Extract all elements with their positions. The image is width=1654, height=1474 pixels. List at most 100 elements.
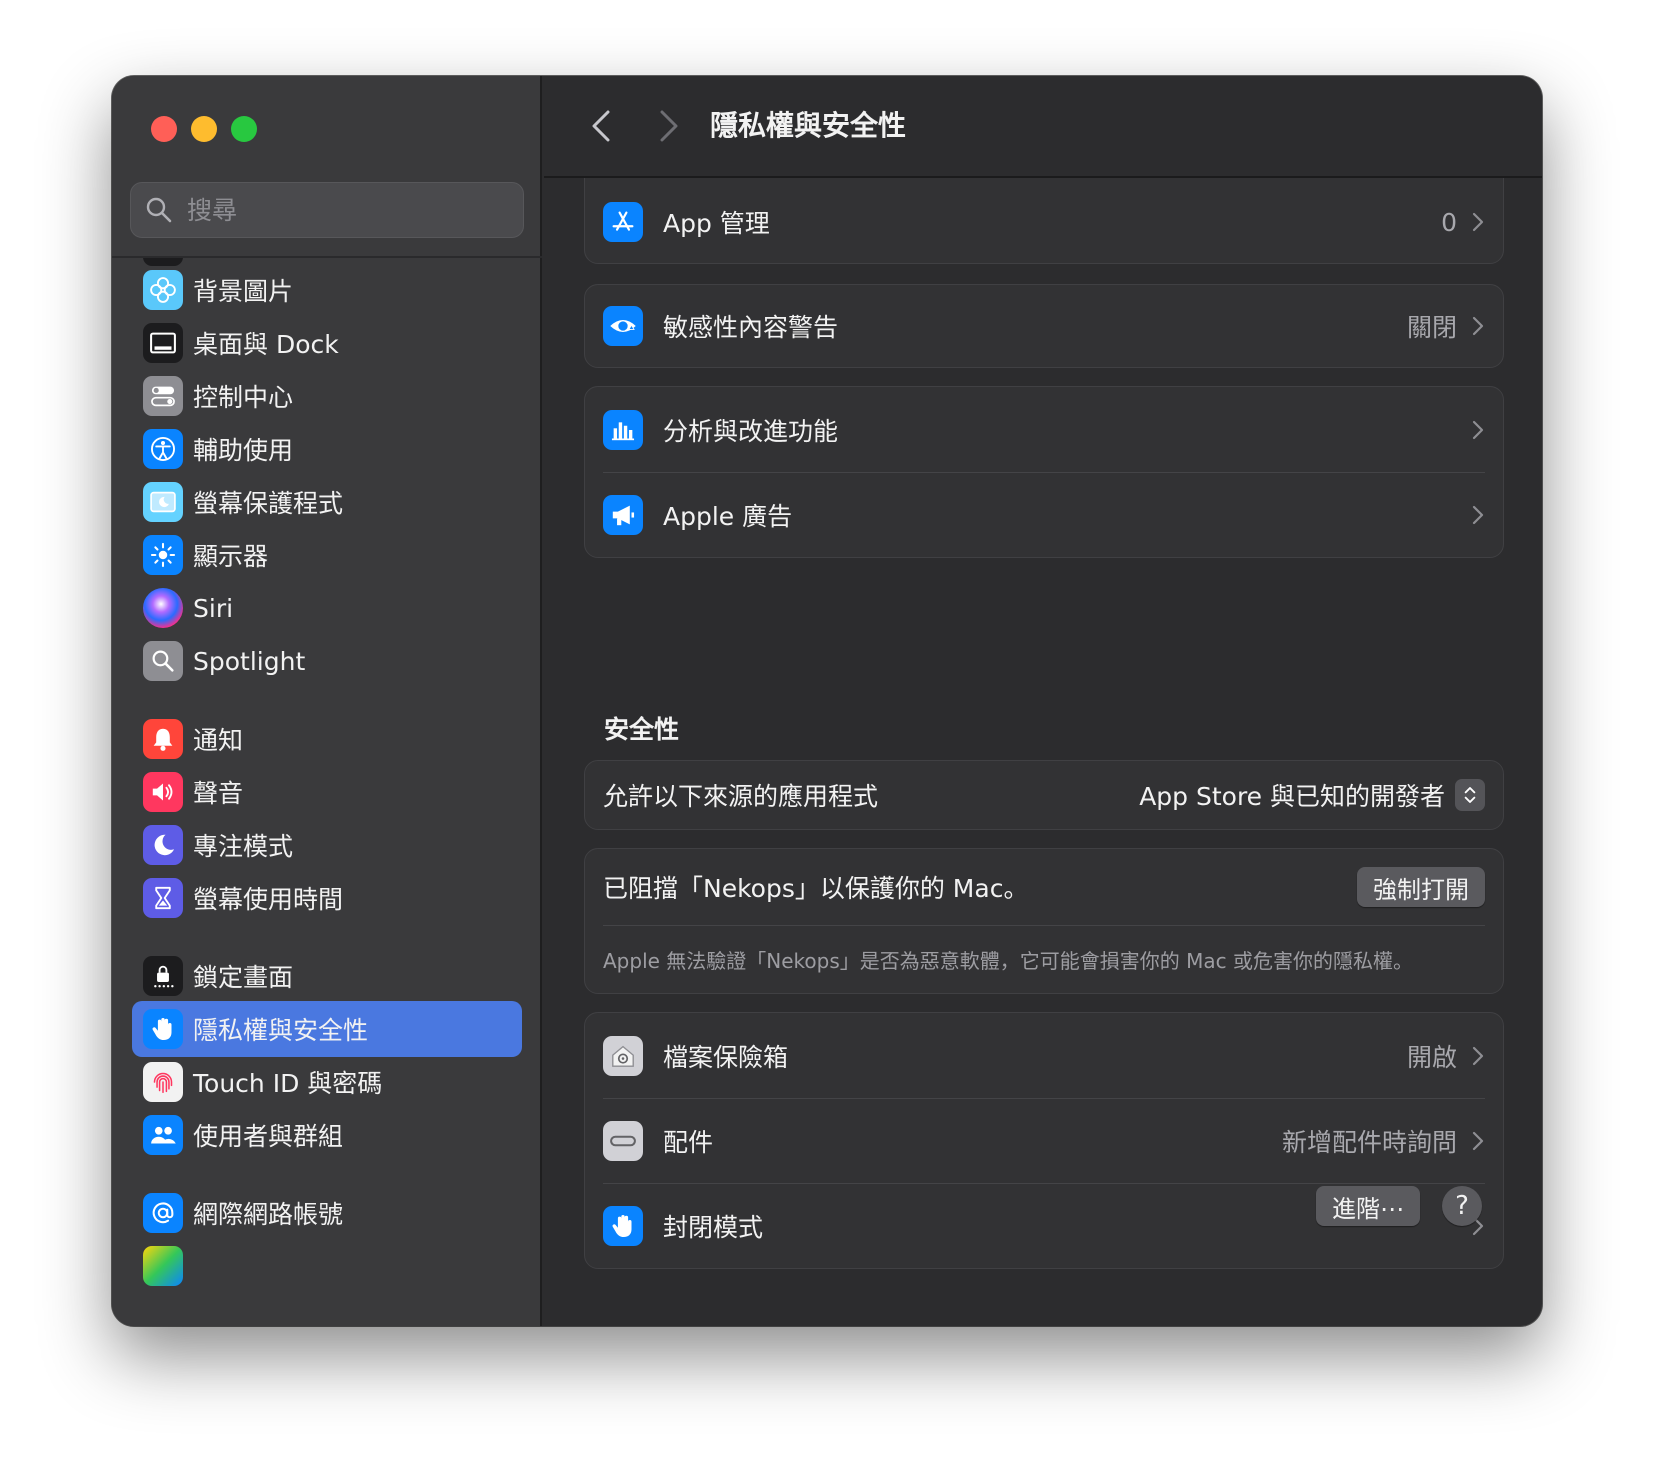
accessibility-icon [143, 429, 183, 469]
megaphone-icon [603, 494, 643, 535]
row-value: 關閉 [1406, 313, 1457, 342]
sidebar-item-displays[interactable]: 顯示器 [132, 527, 522, 583]
chevron-right-icon [1472, 505, 1484, 524]
sidebar-item-lock-screen[interactable]: 鎖定畫面 [132, 948, 522, 1004]
allow-apps-row: 允許以下來源的應用程式 App Store 與已知的開發者 [585, 761, 1503, 829]
open-anyway-button[interactable]: 強制打開 [1357, 867, 1485, 907]
sidebar-item-label: 通知 [193, 726, 244, 755]
sensitive-content-group: 敏感性內容警告 關閉 [584, 284, 1504, 368]
row-label: 配件 [663, 1127, 714, 1157]
sidebar-item-screen-time[interactable]: 螢幕使用時間 [132, 870, 522, 926]
window-controls [151, 116, 257, 142]
sidebar-item-label: 控制中心 [193, 383, 294, 412]
apple-ads-row[interactable]: Apple 廣告 [585, 472, 1503, 557]
lockdown-hand-icon [603, 1205, 643, 1246]
siri-icon [143, 588, 183, 628]
security-section-title: 安全性 [604, 715, 680, 744]
row-label: 檔案保險箱 [663, 1042, 789, 1072]
sidebar-item-label: 網際網路帳號 [193, 1200, 344, 1229]
sidebar-item-partial-bottom[interactable] [132, 1238, 522, 1294]
accessories-row[interactable]: 配件 新增配件時詢問 [585, 1098, 1503, 1183]
sensitive-content-row[interactable]: 敏感性內容警告 關閉 [585, 285, 1503, 367]
search-icon [146, 197, 172, 223]
search-field[interactable] [130, 182, 524, 238]
sidebar-item-label: 背景圖片 [193, 277, 294, 306]
users-icon [143, 1115, 183, 1155]
focus-icon [143, 825, 183, 865]
sidebar-item-screensaver[interactable]: 螢幕保護程式 [132, 474, 522, 530]
wallpaper-icon [143, 270, 183, 310]
analytics-icon [603, 409, 643, 450]
at-icon [143, 1193, 183, 1233]
sidebar-item-users-groups[interactable]: 使用者與群組 [132, 1107, 522, 1163]
sidebar-item-label: 顯示器 [193, 542, 269, 571]
close-button[interactable] [151, 116, 177, 142]
filevault-icon [603, 1035, 643, 1076]
sidebar-item-siri[interactable]: Siri [132, 580, 522, 636]
back-chevron-icon[interactable] [586, 106, 616, 146]
row-value: 開啟 [1406, 1042, 1457, 1072]
analytics-ads-group: 分析與改進功能 Apple 廣告 [584, 386, 1504, 558]
screensaver-icon [143, 482, 183, 522]
row-label: Apple 廣告 [663, 501, 793, 531]
allow-apps-group: 允許以下來源的應用程式 App Store 與已知的開發者 [584, 760, 1504, 830]
popup-value: App Store 與已知的開發者 [1139, 782, 1445, 811]
security-options-group: 檔案保險箱 開啟 配件 新增配件時詢問 封閉模式 [584, 1012, 1504, 1269]
row-value: 新增配件時詢問 [1281, 1127, 1457, 1157]
sidebar-item-label: 螢幕保護程式 [193, 489, 344, 518]
main-content: App 管理 0 敏感性內容警告 關閉 分析與改進功能 Apple 廣告 安全性… [544, 178, 1542, 1326]
sidebar-item-label: Spotlight [193, 646, 306, 676]
forward-chevron-icon[interactable] [654, 106, 684, 146]
blocked-app-row: 已阻擋「Nekops」以保護你的 Mac。 強制打開 [585, 849, 1503, 925]
lock-screen-icon [143, 956, 183, 996]
sidebar: 背景圖片 桌面與 Dock 控制中心 輔助使用 [112, 76, 542, 1326]
chevron-right-icon [1472, 420, 1484, 439]
advanced-button[interactable]: 進階⋯ [1316, 1186, 1420, 1226]
screen-time-icon [143, 878, 183, 918]
help-button[interactable]: ? [1442, 1186, 1482, 1226]
minimize-button[interactable] [191, 116, 217, 142]
sidebar-item-touch-id[interactable]: Touch ID 與密碼 [132, 1054, 522, 1110]
page-title: 隱私權與安全性 [710, 109, 907, 142]
sound-icon [143, 772, 183, 812]
sidebar-item-spotlight[interactable]: Spotlight [132, 633, 522, 689]
hand-icon [143, 1009, 183, 1049]
sidebar-item-internet-accounts[interactable]: 網際網路帳號 [132, 1185, 522, 1241]
sidebar-item-label: 輔助使用 [193, 436, 294, 465]
search-input[interactable] [187, 195, 507, 225]
sidebar-item-label: 桌面與 Dock [193, 330, 339, 359]
dock-icon [143, 323, 183, 363]
row-label: 敏感性內容警告 [663, 313, 839, 342]
toolbar: 隱私權與安全性 [544, 76, 1542, 178]
sidebar-item-notifications[interactable]: 通知 [132, 711, 522, 767]
sidebar-item-sound[interactable]: 聲音 [132, 764, 522, 820]
control-center-icon [143, 376, 183, 416]
blocked-app-group: 已阻擋「Nekops」以保護你的 Mac。 強制打開 Apple 無法驗證「Ne… [584, 848, 1504, 994]
row-value: 0 [1441, 207, 1457, 237]
chevron-right-icon [1472, 1046, 1484, 1065]
zoom-button[interactable] [231, 116, 257, 142]
sidebar-item-label: 螢幕使用時間 [193, 885, 344, 914]
warning-note: Apple 無法驗證「Nekops」是否為惡意軟體，它可能會損害你的 Mac 或… [603, 948, 1413, 973]
row-label: 允許以下來源的應用程式 [603, 782, 879, 811]
game-center-icon [143, 1246, 183, 1286]
filevault-row[interactable]: 檔案保險箱 開啟 [585, 1013, 1503, 1098]
sidebar-list: 背景圖片 桌面與 Dock 控制中心 輔助使用 螢幕保護程式 顯示器 Siri … [112, 258, 542, 1326]
row-label: 分析與改進功能 [663, 416, 839, 446]
spotlight-icon [143, 641, 183, 681]
app-management-group: App 管理 0 [584, 178, 1504, 264]
eye-warning-icon [603, 306, 643, 346]
sidebar-item-focus[interactable]: 專注模式 [132, 817, 522, 873]
app-management-row[interactable]: App 管理 0 [585, 178, 1503, 265]
allow-apps-popup[interactable]: App Store 與已知的開發者 [1139, 777, 1485, 813]
sidebar-item-desktop-dock[interactable]: 桌面與 Dock [132, 315, 522, 371]
analytics-row[interactable]: 分析與改進功能 [585, 387, 1503, 472]
sidebar-item-control-center[interactable]: 控制中心 [132, 368, 522, 424]
sidebar-item-label: 使用者與群組 [193, 1122, 344, 1151]
chevron-right-icon [1472, 316, 1484, 336]
sidebar-item-label: Touch ID 與密碼 [193, 1069, 383, 1098]
sidebar-item-wallpaper[interactable]: 背景圖片 [132, 262, 522, 318]
row-label: App 管理 [663, 209, 770, 238]
sidebar-item-accessibility[interactable]: 輔助使用 [132, 421, 522, 477]
sidebar-item-privacy-security[interactable]: 隱私權與安全性 [132, 1001, 522, 1057]
